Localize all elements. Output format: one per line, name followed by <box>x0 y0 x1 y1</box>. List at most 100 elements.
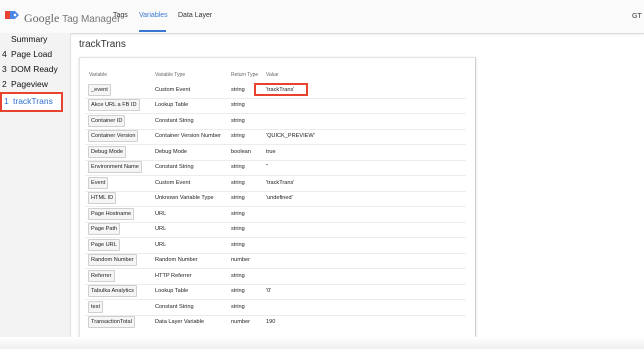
account-label[interactable]: GT <box>632 13 642 20</box>
top-bar: Google Tag Manager Tags Variables Data L… <box>0 0 644 34</box>
sidebar-item-page-load[interactable]: 4 Page Load <box>0 49 64 63</box>
brand-google: Google <box>24 11 60 25</box>
table-row: Page Path URL string <box>85 222 466 238</box>
variable-name[interactable]: Container Version <box>88 130 139 142</box>
variable-value: '0' <box>266 288 272 294</box>
return-type: string <box>231 180 245 186</box>
return-type: string <box>231 195 245 201</box>
variable-name[interactable]: Event <box>88 177 109 189</box>
return-type: string <box>231 242 245 248</box>
table-row: Akce URL a FB ID Lookup Table string <box>85 98 466 114</box>
highlight-box <box>254 83 308 96</box>
return-type: string <box>231 211 245 217</box>
variable-name[interactable]: Page URL <box>88 239 120 251</box>
tag-manager-logo-icon <box>5 11 19 19</box>
return-type: string <box>231 164 245 170</box>
table-row: Page Hostname URL string <box>85 207 466 223</box>
panel-edge <box>475 57 476 336</box>
table-row: Page URL URL string <box>85 238 466 254</box>
variable-name[interactable]: test <box>88 301 104 313</box>
column-header-return-type: Return Type <box>231 72 259 78</box>
table-row: test Constant String string <box>85 300 466 316</box>
sidebar-item-label: DOM Ready <box>11 64 58 74</box>
table-row: Environment Name Constant String string … <box>85 160 466 176</box>
sidebar-item-number: 1 <box>4 96 9 106</box>
return-type: string <box>231 273 245 279</box>
table-row: Tabulka Analytics Lookup Table string '0… <box>85 284 466 300</box>
tab-variables[interactable]: Variables <box>139 12 168 19</box>
table-row: Debug Mode Debug Mode boolean true <box>85 145 466 161</box>
variable-name[interactable]: TransactionTotal <box>88 316 135 328</box>
variable-name[interactable]: Random Number <box>88 254 137 266</box>
variable-type: URL <box>155 226 167 232</box>
table-row: Container ID Constant String string <box>85 114 466 130</box>
page-title: trackTrans <box>79 39 126 50</box>
return-type: string <box>231 288 245 294</box>
table-row: Random Number Random Number number <box>85 253 466 269</box>
return-type: string <box>231 133 245 139</box>
brand-product: Tag Manager <box>62 14 121 25</box>
sidebar-item-number: 4 <box>2 49 7 59</box>
variable-type: Constant String <box>155 118 194 124</box>
sidebar-item-tracktrans[interactable]: 1 trackTrans <box>0 92 63 112</box>
sidebar-item-pageview[interactable]: 2 Pageview <box>0 79 64 93</box>
variable-type: Random Number <box>155 257 198 263</box>
column-header-variable-type: Variable Type <box>155 72 186 78</box>
variable-type: Debug Mode <box>155 149 188 155</box>
variable-type: Custom Event <box>155 87 191 93</box>
table-row: TransactionTotal Data Layer Variable num… <box>85 315 466 330</box>
variable-name[interactable]: HTML ID <box>88 192 117 204</box>
variable-value: '' <box>266 164 269 170</box>
table-row: HTML ID Unknown Variable Type string 'un… <box>85 191 466 207</box>
variable-type: Custom Event <box>155 180 191 186</box>
column-header-variable: Variable <box>89 72 107 78</box>
sidebar-item-number: 3 <box>2 64 7 74</box>
variable-type: Constant String <box>155 304 194 310</box>
variable-name[interactable]: Page Hostname <box>88 208 135 220</box>
active-tab-indicator <box>139 30 166 32</box>
brand-logo[interactable]: Google Tag Manager <box>24 11 120 26</box>
variable-value: 'undefined' <box>266 195 293 201</box>
return-type: string <box>231 87 245 93</box>
sidebar-item-label: Summary <box>11 34 48 44</box>
table-row: Event Custom Event string 'trackTrans' <box>85 176 466 192</box>
return-type: string <box>231 118 245 124</box>
return-type: boolean <box>231 149 251 155</box>
variable-name[interactable]: _event <box>88 84 111 96</box>
table-row: Referrer HTTP Referrer string <box>85 269 466 285</box>
variable-type: Unknown Variable Type <box>155 195 214 201</box>
variable-value: 'QUICK_PREVIEW' <box>266 133 315 139</box>
column-header-value: Value <box>266 72 279 78</box>
bottom-fade <box>0 337 644 349</box>
variable-type: HTTP Referrer <box>155 273 192 279</box>
sidebar-item-label: Page Load <box>11 49 53 59</box>
return-type: string <box>231 102 245 108</box>
return-type: number <box>231 319 250 325</box>
variable-value: 190 <box>266 319 276 325</box>
variable-type: Data Layer Variable <box>155 319 205 325</box>
sidebar-item-summary[interactable]: Summary <box>0 34 64 48</box>
variable-type: Lookup Table <box>155 288 189 294</box>
variable-type: Lookup Table <box>155 102 189 108</box>
variable-name[interactable]: Container ID <box>88 115 126 127</box>
variable-name[interactable]: Page Path <box>88 223 121 235</box>
sidebar-item-dom-ready[interactable]: 3 DOM Ready <box>0 64 64 78</box>
return-type: string <box>231 304 245 310</box>
return-type: string <box>231 226 245 232</box>
variable-name[interactable]: Referrer <box>88 270 115 282</box>
variable-name[interactable]: Debug Mode <box>88 146 127 158</box>
variable-type: Container Version Number <box>155 133 221 139</box>
variable-value: 'trackTrans' <box>266 180 295 186</box>
variable-type: URL <box>155 211 167 217</box>
tab-data-layer[interactable]: Data Layer <box>178 12 212 19</box>
variable-name[interactable]: Tabulka Analytics <box>88 285 137 297</box>
variable-type: URL <box>155 242 167 248</box>
table-row: Container Version Container Version Numb… <box>85 129 466 145</box>
tab-tags[interactable]: Tags <box>113 12 128 19</box>
sidebar-item-label: Pageview <box>11 79 48 89</box>
variable-name[interactable]: Environment Name <box>88 161 142 173</box>
variable-type: Constant String <box>155 164 194 170</box>
variable-value: true <box>266 149 276 155</box>
variable-name[interactable]: Akce URL a FB ID <box>88 99 140 111</box>
sidebar-item-number: 2 <box>2 79 7 89</box>
